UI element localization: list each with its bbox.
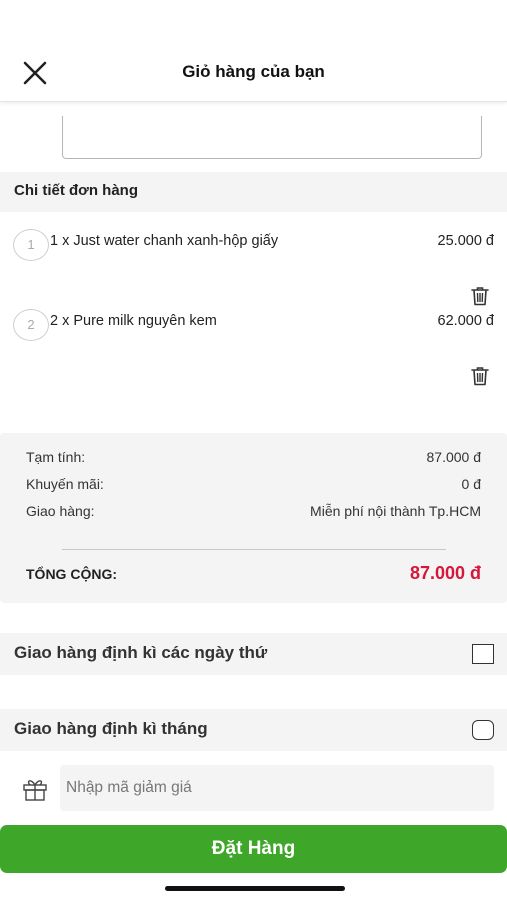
- item-number: 2: [13, 309, 49, 341]
- delete-item-button[interactable]: [471, 286, 489, 306]
- coupon-input[interactable]: [60, 765, 494, 811]
- subtotal-value: 87.000 đ: [426, 449, 482, 465]
- delete-item-button[interactable]: [471, 366, 489, 386]
- order-summary: Tạm tính: 87.000 đ Khuyến mãi: 0 đ Giao …: [0, 433, 507, 603]
- trash-icon: [471, 367, 489, 386]
- shipping-label: Giao hàng:: [26, 503, 95, 519]
- item-name: 1 x Just water chanh xanh-hộp giấy: [50, 233, 279, 249]
- gift-icon: [23, 780, 47, 801]
- home-indicator: [165, 886, 345, 891]
- order-details-title: Chi tiết đơn hàng: [14, 182, 138, 199]
- subtotal-row: Tạm tính: 87.000 đ: [26, 449, 481, 465]
- summary-divider: [62, 549, 446, 550]
- app-header: Giỏ hàng của bạn: [0, 0, 507, 102]
- trash-icon: [471, 287, 489, 306]
- promo-label: Khuyến mãi:: [26, 476, 104, 492]
- item-name: 2 x Pure milk nguyên kem: [50, 313, 217, 329]
- weekly-delivery-label: Giao hàng định kì các ngày thứ: [14, 643, 268, 662]
- monthly-delivery-label: Giao hàng định kì tháng: [14, 719, 208, 738]
- weekly-delivery-checkbox[interactable]: [472, 644, 494, 664]
- promo-value: 0 đ: [461, 476, 481, 492]
- monthly-delivery-checkbox[interactable]: [472, 720, 494, 740]
- note-field[interactable]: [62, 116, 482, 159]
- shipping-row: Giao hàng: Miễn phí nội thành Tp.HCM: [26, 503, 481, 519]
- subtotal-label: Tạm tính:: [26, 449, 86, 465]
- weekly-delivery-option[interactable]: Giao hàng định kì các ngày thứ: [0, 633, 507, 675]
- list-item: 2 2 x Pure milk nguyên kem 62.000 đ: [0, 309, 507, 386]
- item-price: 62.000 đ: [437, 313, 494, 329]
- page-title: Giỏ hàng của bạn: [182, 62, 325, 81]
- list-item: 1 1 x Just water chanh xanh-hộp giấy 25.…: [0, 229, 507, 306]
- place-order-button[interactable]: Đặt Hàng: [0, 825, 507, 873]
- item-price: 25.000 đ: [437, 233, 494, 249]
- total-value: 87.000 đ: [409, 563, 481, 583]
- item-number: 1: [13, 229, 49, 261]
- monthly-delivery-option[interactable]: Giao hàng định kì tháng: [0, 709, 507, 751]
- order-details-header: Chi tiết đơn hàng: [0, 172, 507, 212]
- total-label: TỔNG CỘNG:: [26, 566, 117, 582]
- shipping-value: Miễn phí nội thành Tp.HCM: [310, 503, 481, 519]
- promo-row: Khuyến mãi: 0 đ: [26, 476, 481, 492]
